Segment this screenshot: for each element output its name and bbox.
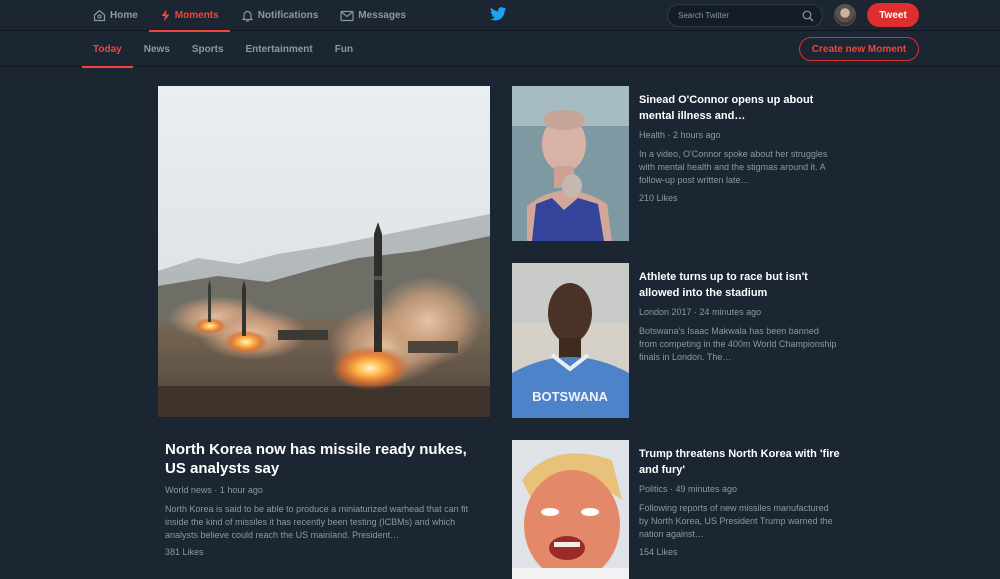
nav-moments[interactable]: Moments: [148, 0, 230, 32]
create-moment-button[interactable]: Create new Moment: [799, 37, 919, 61]
tab-news[interactable]: News: [133, 31, 181, 67]
hero-story-title[interactable]: North Korea now has missile ready nukes,…: [165, 440, 485, 478]
nav-home[interactable]: Home: [82, 0, 149, 31]
user-avatar[interactable]: [834, 4, 856, 26]
tab-fun[interactable]: Fun: [324, 31, 364, 67]
woman-portrait-image: [512, 86, 629, 241]
moments-tab-bar: Today News Sports Entertainment Fun Crea…: [0, 31, 1000, 68]
story-1-title[interactable]: Sinead O'Connor opens up about mental il…: [639, 92, 849, 124]
lightning-icon: [161, 9, 170, 22]
story-3-image[interactable]: [512, 440, 629, 579]
politician-portrait-image: [512, 440, 629, 579]
hero-story-description: North Korea is said to be able to produc…: [165, 504, 469, 540]
nav-home-label: Home: [110, 10, 138, 21]
botswana-shirt-text: BOTSWANA: [532, 389, 608, 404]
story-3-meta: Politics · 49 minutes ago: [639, 484, 738, 494]
top-navigation-bar: Home Moments Notifications Messages Twee…: [0, 0, 1000, 32]
nav-messages-label: Messages: [358, 10, 407, 21]
athlete-portrait-image: BOTSWANA: [512, 263, 629, 418]
story-2-description: Botswana's Isaac Makwala has been banned…: [639, 326, 837, 362]
home-icon: [93, 9, 106, 22]
nav-notifications[interactable]: Notifications: [230, 0, 330, 31]
story-1-meta: Health · 2 hours ago: [639, 130, 721, 140]
story-3-likes: 154 Likes: [639, 547, 678, 557]
nav-notifications-label: Notifications: [257, 10, 319, 21]
tab-entertainment[interactable]: Entertainment: [235, 31, 324, 67]
story-3-title[interactable]: Trump threatens North Korea with 'fire a…: [639, 446, 849, 478]
envelope-icon: [340, 10, 354, 21]
nav-messages[interactable]: Messages: [329, 0, 417, 31]
tab-sports[interactable]: Sports: [181, 31, 235, 67]
search-input[interactable]: [676, 10, 796, 21]
search-box[interactable]: [667, 4, 823, 27]
missile-launch-image: [158, 86, 490, 417]
story-1-likes: 210 Likes: [639, 193, 678, 203]
search-icon[interactable]: [802, 10, 814, 22]
story-1-description: In a video, O'Connor spoke about her str…: [639, 149, 828, 185]
bell-icon: [241, 10, 254, 22]
tab-today[interactable]: Today: [82, 31, 133, 68]
nav-moments-label: Moments: [174, 10, 219, 21]
twitter-bird-icon[interactable]: [490, 7, 507, 21]
story-2-image[interactable]: BOTSWANA: [512, 263, 629, 418]
tweet-button[interactable]: Tweet: [867, 3, 919, 27]
story-1-image[interactable]: [512, 86, 629, 241]
hero-story-meta: World news · 1 hour ago: [165, 485, 263, 495]
primary-nav: Home Moments Notifications Messages: [82, 0, 417, 32]
hero-story-likes: 381 Likes: [165, 547, 204, 557]
moments-tabs: Today News Sports Entertainment Fun: [82, 31, 364, 68]
story-2-meta: London 2017 · 24 minutes ago: [639, 307, 762, 317]
hero-story-image[interactable]: [158, 86, 490, 417]
story-2-title[interactable]: Athlete turns up to race but isn't allow…: [639, 269, 849, 301]
story-3-description: Following reports of new missiles manufa…: [639, 503, 833, 539]
